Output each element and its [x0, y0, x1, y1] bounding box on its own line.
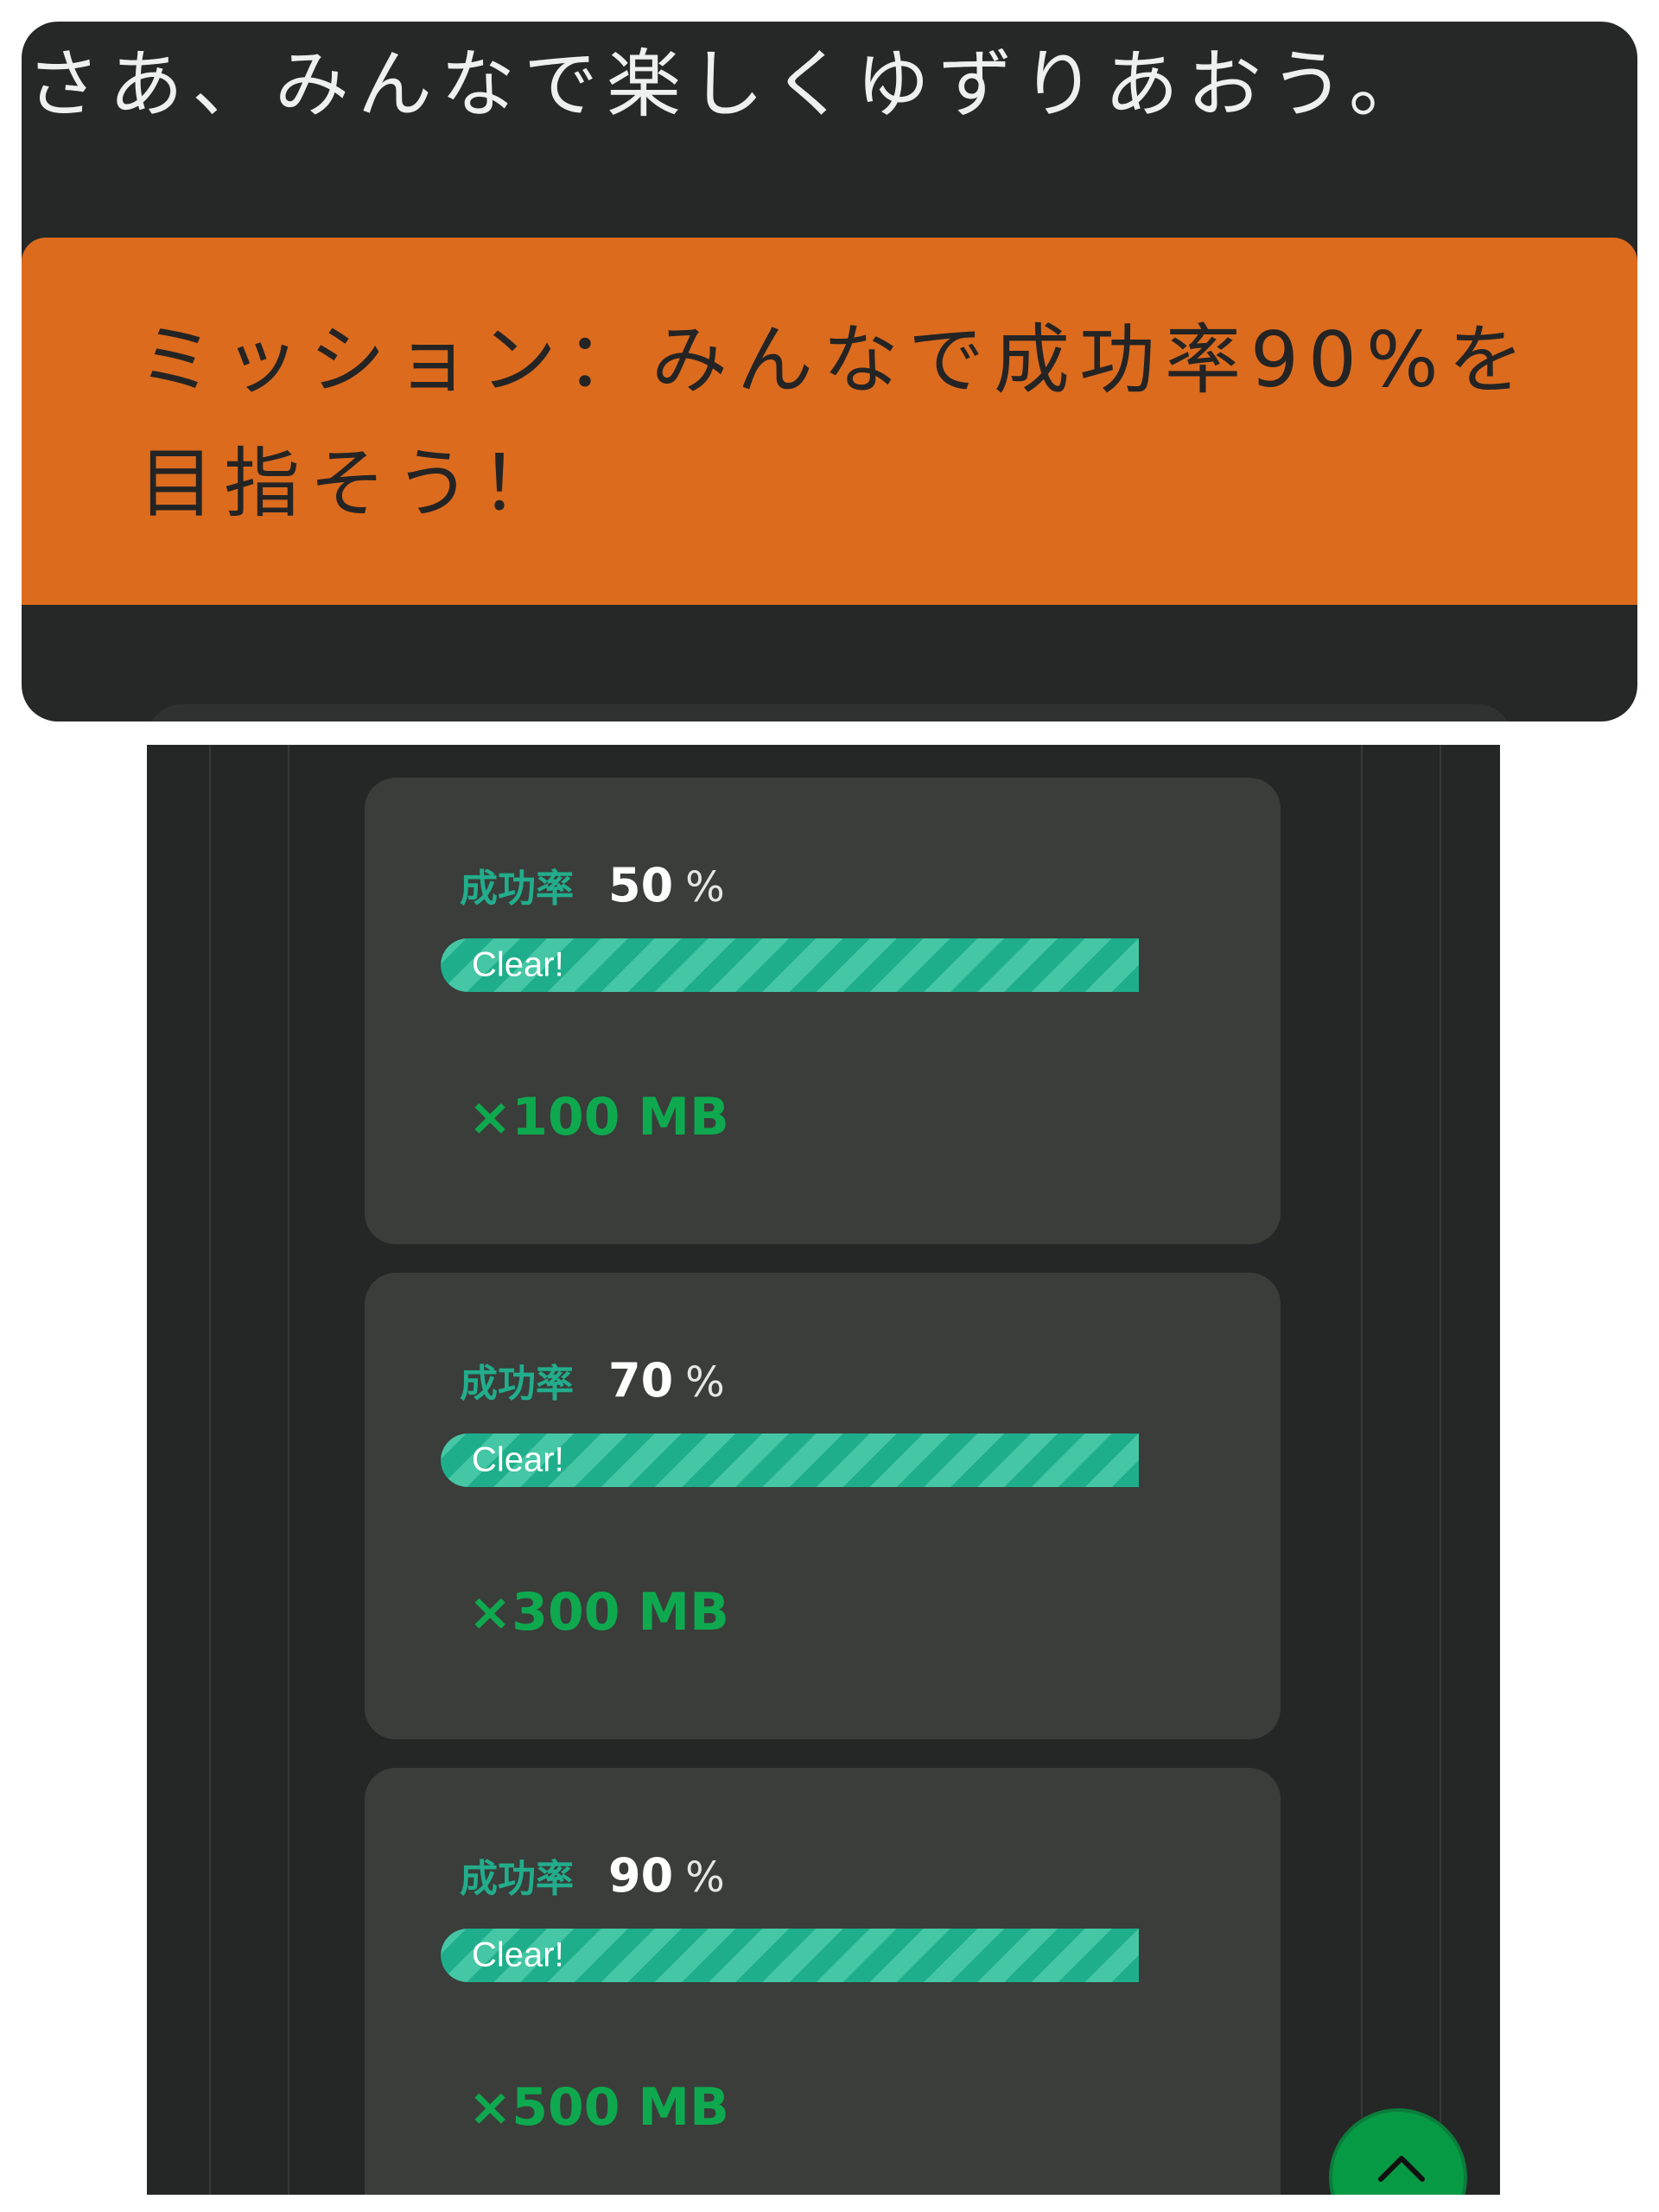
success-rate-value: 70: [608, 1353, 674, 1408]
card-edge: [147, 704, 1512, 721]
side-rail-right-inner: [1361, 745, 1363, 2195]
reward-amount: ×500 MB: [468, 2077, 729, 2138]
chevron-up-icon: [1378, 2156, 1425, 2182]
success-rate-label: 成功率: [460, 867, 574, 911]
milestone-list-screen: 成功率 50 % Clear! ×100 MB 成功率 70 % Clear! …: [147, 745, 1500, 2195]
mission-text: ミッション：みんなで成功率90%を目指そう！: [138, 315, 1534, 528]
milestone-card: 成功率 90 % Clear! ×500 MB: [365, 1768, 1281, 2195]
side-rail-left-outer: [209, 745, 211, 2195]
success-rate-unit: %: [685, 1853, 725, 1902]
side-rail-left-inner: [288, 745, 289, 2195]
mission-panel: さあ、みんなで楽しくゆずりあおう。 ミッション：みんなで成功率90%を目指そう！: [22, 22, 1637, 721]
clear-status: Clear!: [472, 945, 564, 984]
clear-status: Clear!: [472, 1936, 564, 1974]
progress-fill: Clear!: [441, 1433, 1139, 1487]
mission-banner: ミッション：みんなで成功率90%を目指そう！: [22, 238, 1637, 605]
progress-bar: Clear!: [441, 1929, 1139, 1982]
success-rate-row: 成功率 70 %: [460, 1352, 725, 1408]
success-rate-unit: %: [685, 863, 725, 912]
progress-fill: Clear!: [441, 1929, 1139, 1982]
progress-bar: Clear!: [441, 1433, 1139, 1487]
success-rate-value: 90: [608, 1848, 674, 1903]
success-rate-label: 成功率: [460, 1857, 574, 1901]
progress-bar: Clear!: [441, 938, 1139, 992]
success-rate-unit: %: [685, 1358, 725, 1407]
milestone-card: 成功率 50 % Clear! ×100 MB: [365, 778, 1281, 1244]
scroll-to-top-button[interactable]: [1329, 2108, 1467, 2195]
success-rate-label: 成功率: [460, 1362, 574, 1406]
reward-amount: ×100 MB: [468, 1087, 729, 1147]
reward-amount: ×300 MB: [468, 1582, 729, 1643]
progress-fill: Clear!: [441, 938, 1139, 992]
success-rate-row: 成功率 90 %: [460, 1847, 725, 1903]
success-rate-value: 50: [608, 858, 674, 912]
side-rail-right-outer: [1440, 745, 1441, 2195]
success-rate-row: 成功率 50 %: [460, 857, 725, 912]
tagline: さあ、みんなで楽しくゆずりあおう。: [26, 41, 1432, 128]
milestone-card: 成功率 70 % Clear! ×300 MB: [365, 1273, 1281, 1739]
clear-status: Clear!: [472, 1440, 564, 1479]
